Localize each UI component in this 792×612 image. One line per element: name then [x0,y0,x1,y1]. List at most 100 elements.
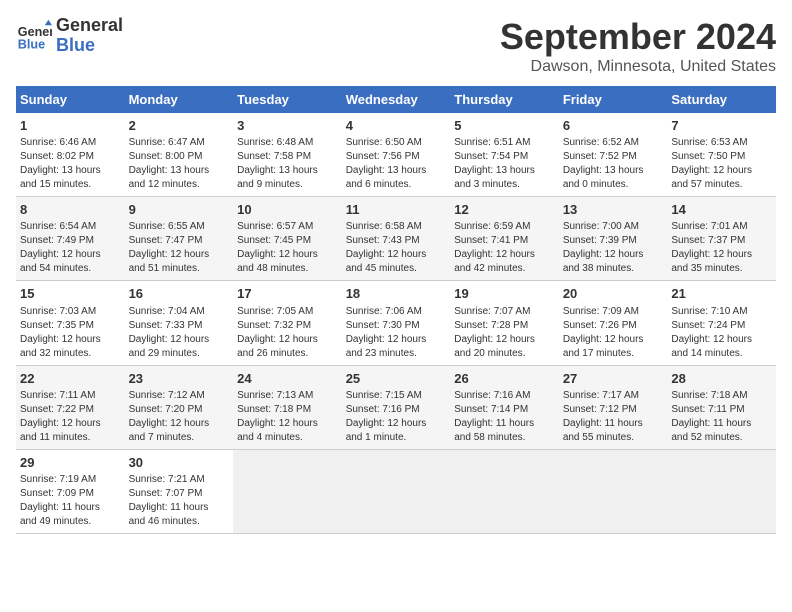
day-info: Sunrise: 6:55 AM Sunset: 7:47 PM Dayligh… [129,220,230,276]
day-info: Sunrise: 7:13 AM Sunset: 7:18 PM Dayligh… [237,389,338,445]
day-info: Sunrise: 6:50 AM Sunset: 7:56 PM Dayligh… [346,136,447,192]
day-info: Sunrise: 7:17 AM Sunset: 7:12 PM Dayligh… [563,389,664,445]
day-number: 16 [129,285,230,303]
day-number: 29 [20,454,121,472]
calendar-cell [559,449,668,533]
day-info: Sunrise: 7:18 AM Sunset: 7:11 PM Dayligh… [671,389,772,445]
calendar-cell: 22Sunrise: 7:11 AM Sunset: 7:22 PM Dayli… [16,365,125,449]
week-row-2: 8Sunrise: 6:54 AM Sunset: 7:49 PM Daylig… [16,197,776,281]
day-number: 24 [237,370,338,388]
logo: General Blue General Blue [16,16,123,56]
calendar-cell: 8Sunrise: 6:54 AM Sunset: 7:49 PM Daylig… [16,197,125,281]
day-number: 19 [454,285,555,303]
week-row-1: 1Sunrise: 6:46 AM Sunset: 8:02 PM Daylig… [16,113,776,197]
day-info: Sunrise: 6:46 AM Sunset: 8:02 PM Dayligh… [20,136,121,192]
calendar-cell: 21 Sunrise: 7:10 AM Sunset: 7:24 PM Dayli… [667,281,776,365]
header-row: SundayMondayTuesdayWednesdayThursdayFrid… [16,86,776,113]
day-number: 4 [346,117,447,135]
calendar-cell [667,449,776,533]
day-number: 28 [671,370,772,388]
day-number: 23 [129,370,230,388]
calendar-cell: 25Sunrise: 7:15 AM Sunset: 7:16 PM Dayli… [342,365,451,449]
calendar-cell: 23Sunrise: 7:12 AM Sunset: 7:20 PM Dayli… [125,365,234,449]
calendar-cell: 24Sunrise: 7:13 AM Sunset: 7:18 PM Dayli… [233,365,342,449]
calendar-cell: 28Sunrise: 7:18 AM Sunset: 7:11 PM Dayli… [667,365,776,449]
day-number: 5 [454,117,555,135]
week-row-3: 15 Sunrise: 7:03 AM Sunset: 7:35 PM Dayli… [16,281,776,365]
day-number: 25 [346,370,447,388]
day-header-sunday: Sunday [16,86,125,113]
day-info: Sunrise: 6:54 AM Sunset: 7:49 PM Dayligh… [20,220,121,276]
calendar-cell [450,449,559,533]
day-number: 22 [20,370,121,388]
day-number: 6 [563,117,664,135]
calendar-cell: 4Sunrise: 6:50 AM Sunset: 7:56 PM Daylig… [342,113,451,197]
calendar-cell: 14Sunrise: 7:01 AM Sunset: 7:37 PM Dayli… [667,197,776,281]
day-number: 21 [671,285,772,303]
day-number: 17 [237,285,338,303]
day-number: 12 [454,201,555,219]
calendar-cell: 1Sunrise: 6:46 AM Sunset: 8:02 PM Daylig… [16,113,125,197]
day-info: Sunrise: 6:58 AM Sunset: 7:43 PM Dayligh… [346,220,447,276]
day-info: Sunrise: 7:12 AM Sunset: 7:20 PM Dayligh… [129,389,230,445]
day-info: Sunrise: 7:05 AM Sunset: 7:32 PM Dayligh… [237,305,338,361]
calendar-cell: 10Sunrise: 6:57 AM Sunset: 7:45 PM Dayli… [233,197,342,281]
calendar-cell: 26Sunrise: 7:16 AM Sunset: 7:14 PM Dayli… [450,365,559,449]
day-info: Sunrise: 7:03 AM Sunset: 7:35 PM Dayligh… [20,305,121,361]
logo-icon: General Blue [16,18,52,54]
day-number: 3 [237,117,338,135]
day-info: Sunrise: 7:11 AM Sunset: 7:22 PM Dayligh… [20,389,121,445]
day-number: 15 [20,285,121,303]
calendar-cell: 19 Sunrise: 7:07 AM Sunset: 7:28 PM Dayli… [450,281,559,365]
calendar-cell: 16 Sunrise: 7:04 AM Sunset: 7:33 PM Dayli… [125,281,234,365]
month-title: September 2024 [500,16,776,58]
day-info: Sunrise: 6:47 AM Sunset: 8:00 PM Dayligh… [129,136,230,192]
calendar-cell: 6Sunrise: 6:52 AM Sunset: 7:52 PM Daylig… [559,113,668,197]
calendar-cell: 11Sunrise: 6:58 AM Sunset: 7:43 PM Dayli… [342,197,451,281]
day-info: Sunrise: 6:48 AM Sunset: 7:58 PM Dayligh… [237,136,338,192]
day-number: 20 [563,285,664,303]
calendar-table: SundayMondayTuesdayWednesdayThursdayFrid… [16,86,776,534]
calendar-cell: 29Sunrise: 7:19 AM Sunset: 7:09 PM Dayli… [16,449,125,533]
day-number: 9 [129,201,230,219]
day-header-friday: Friday [559,86,668,113]
day-number: 2 [129,117,230,135]
calendar-cell: 17 Sunrise: 7:05 AM Sunset: 7:32 PM Dayli… [233,281,342,365]
day-info: Sunrise: 7:15 AM Sunset: 7:16 PM Dayligh… [346,389,447,445]
day-number: 7 [671,117,772,135]
day-header-saturday: Saturday [667,86,776,113]
logo-text: General Blue [56,16,123,56]
calendar-cell: 13Sunrise: 7:00 AM Sunset: 7:39 PM Dayli… [559,197,668,281]
day-info: Sunrise: 7:04 AM Sunset: 7:33 PM Dayligh… [129,305,230,361]
day-info: Sunrise: 7:16 AM Sunset: 7:14 PM Dayligh… [454,389,555,445]
day-info: Sunrise: 6:53 AM Sunset: 7:50 PM Dayligh… [671,136,772,192]
day-number: 10 [237,201,338,219]
day-info: Sunrise: 7:06 AM Sunset: 7:30 PM Dayligh… [346,305,447,361]
location-title: Dawson, Minnesota, United States [500,58,776,76]
day-info: Sunrise: 6:59 AM Sunset: 7:41 PM Dayligh… [454,220,555,276]
day-info: Sunrise: 6:51 AM Sunset: 7:54 PM Dayligh… [454,136,555,192]
calendar-cell: 7Sunrise: 6:53 AM Sunset: 7:50 PM Daylig… [667,113,776,197]
day-number: 8 [20,201,121,219]
day-info: Sunrise: 7:19 AM Sunset: 7:09 PM Dayligh… [20,473,121,529]
title-area: September 2024 Dawson, Minnesota, United… [500,16,776,76]
day-number: 30 [129,454,230,472]
day-number: 27 [563,370,664,388]
day-info: Sunrise: 6:57 AM Sunset: 7:45 PM Dayligh… [237,220,338,276]
day-header-monday: Monday [125,86,234,113]
calendar-cell [342,449,451,533]
calendar-cell: 27Sunrise: 7:17 AM Sunset: 7:12 PM Dayli… [559,365,668,449]
calendar-cell: 18Sunrise: 7:06 AM Sunset: 7:30 PM Dayli… [342,281,451,365]
day-info: Sunrise: 7:21 AM Sunset: 7:07 PM Dayligh… [129,473,230,529]
calendar-cell: 12Sunrise: 6:59 AM Sunset: 7:41 PM Dayli… [450,197,559,281]
day-info: Sunrise: 6:52 AM Sunset: 7:52 PM Dayligh… [563,136,664,192]
day-info: Sunrise: 7:00 AM Sunset: 7:39 PM Dayligh… [563,220,664,276]
calendar-cell [233,449,342,533]
day-number: 11 [346,201,447,219]
day-info: Sunrise: 7:09 AM Sunset: 7:26 PM Dayligh… [563,305,664,361]
day-info: Sunrise: 7:10 AM Sunset: 7:24 PM Dayligh… [671,305,772,361]
day-info: Sunrise: 7:07 AM Sunset: 7:28 PM Dayligh… [454,305,555,361]
header: General Blue General Blue September 2024… [16,16,776,76]
day-info: Sunrise: 7:01 AM Sunset: 7:37 PM Dayligh… [671,220,772,276]
day-number: 26 [454,370,555,388]
